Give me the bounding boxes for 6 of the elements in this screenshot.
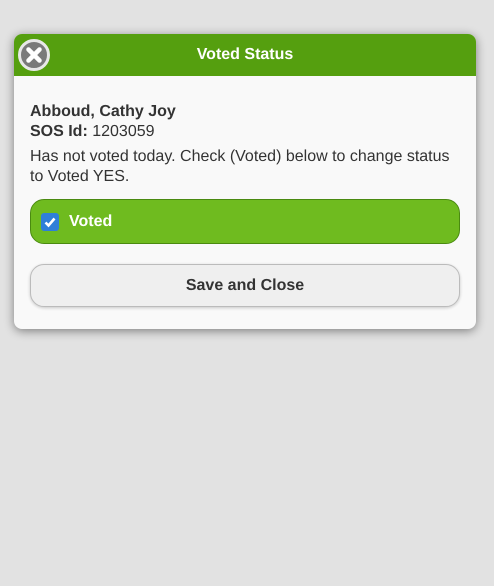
status-message: Has not voted today. Check (Voted) below to change status to Voted YES. <box>30 147 451 187</box>
sos-id: SOS Id: 1203059 <box>30 122 156 142</box>
close-icon[interactable] <box>18 39 50 71</box>
save-close-button[interactable]: Save and Close <box>30 264 460 307</box>
dialog-title: Voted Status <box>196 46 294 64</box>
voter-name: Abboud, Cathy Joy <box>30 102 177 122</box>
